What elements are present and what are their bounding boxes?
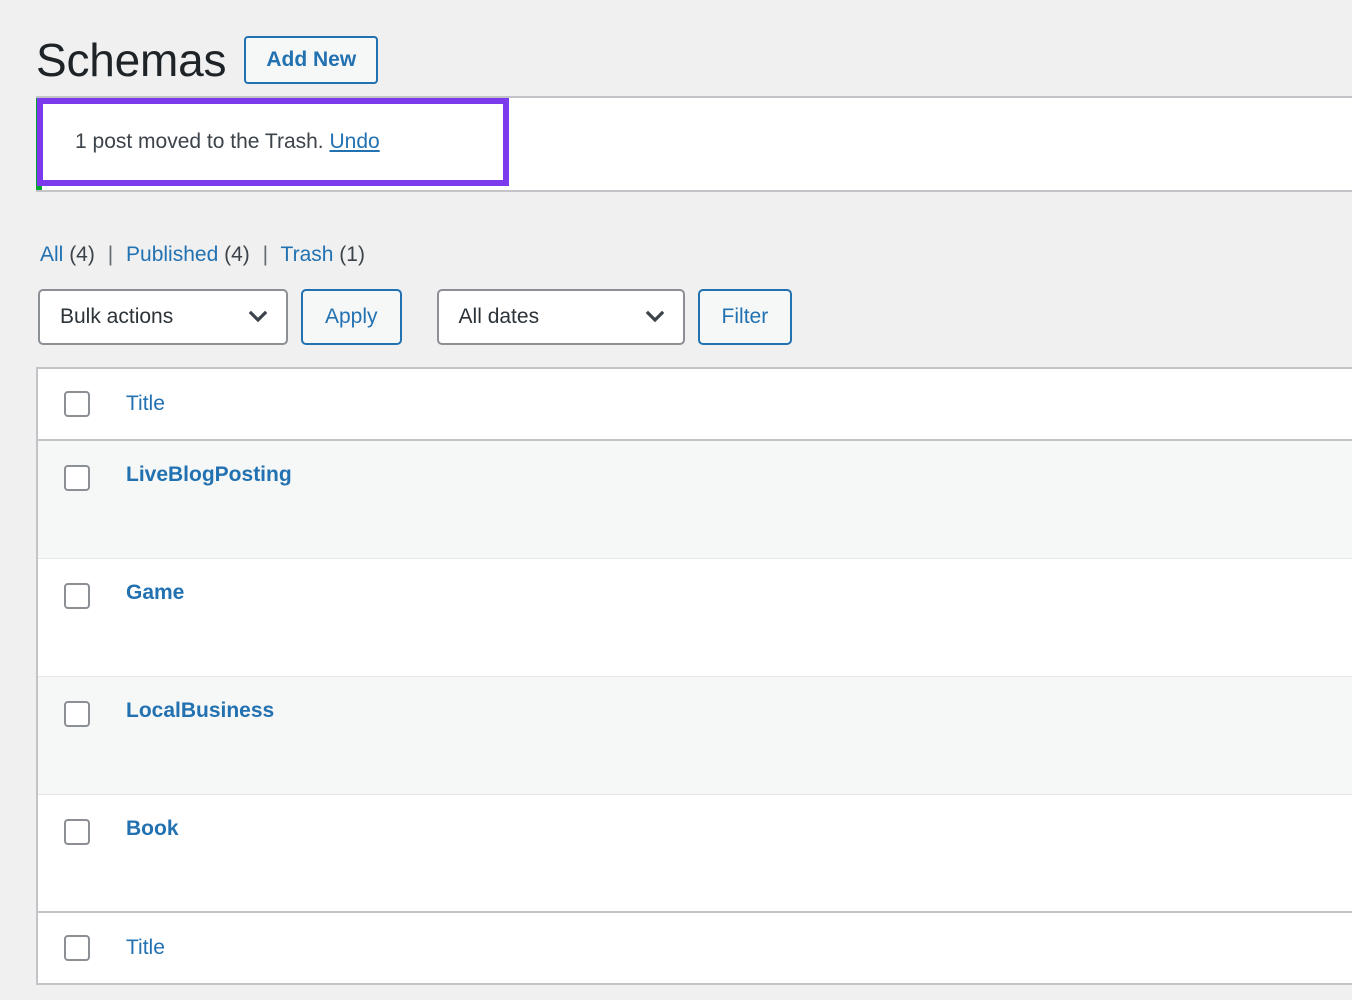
row-title-link[interactable]: LocalBusiness bbox=[126, 699, 274, 722]
row-title-cell: LiveBlogPosting bbox=[126, 441, 1352, 487]
row-select-cell bbox=[38, 559, 126, 609]
column-footer-title-link[interactable]: Title bbox=[126, 936, 165, 959]
notice-message-container: 1 post moved to the Trash. Undo bbox=[75, 128, 380, 156]
row-title-cell: LocalBusiness bbox=[126, 677, 1352, 723]
row-title-cell: Book bbox=[126, 795, 1352, 841]
status-count-trash: (1) bbox=[339, 243, 365, 266]
bulk-actions-value: Bulk actions bbox=[60, 305, 174, 328]
row-title-cell: Game bbox=[126, 559, 1352, 605]
row-checkbox[interactable] bbox=[64, 701, 90, 727]
status-separator-2: | bbox=[262, 243, 269, 266]
select-all-footer-checkbox[interactable] bbox=[64, 935, 90, 961]
table-row: LocalBusiness bbox=[38, 677, 1352, 795]
status-link-trash[interactable]: Trash bbox=[281, 243, 334, 266]
row-checkbox[interactable] bbox=[64, 819, 90, 845]
date-filter-value: All dates bbox=[458, 305, 540, 328]
column-footer-title-cell: Title bbox=[126, 936, 1352, 960]
status-link-published[interactable]: Published bbox=[126, 243, 218, 266]
status-count-published: (4) bbox=[224, 243, 250, 266]
table-header-row: Title bbox=[38, 369, 1352, 441]
status-separator-1: | bbox=[107, 243, 114, 266]
select-all-cell bbox=[38, 391, 126, 417]
row-select-cell bbox=[38, 795, 126, 845]
apply-button[interactable]: Apply bbox=[301, 289, 402, 345]
posts-table: Title LiveBlogPosting Game LocalBusiness bbox=[36, 367, 1352, 985]
status-link-all[interactable]: All bbox=[40, 243, 63, 266]
chevron-down-icon bbox=[645, 307, 665, 327]
chevron-down-icon bbox=[248, 307, 268, 327]
table-row: Game bbox=[38, 559, 1352, 677]
row-checkbox[interactable] bbox=[64, 583, 90, 609]
notice-area: 1 post moved to the Trash. Undo bbox=[0, 96, 1352, 192]
column-header-title-link[interactable]: Title bbox=[126, 392, 165, 415]
row-select-cell bbox=[38, 441, 126, 491]
date-filter-select[interactable]: All dates bbox=[436, 289, 685, 345]
filter-button[interactable]: Filter bbox=[697, 289, 793, 345]
table-row: Book bbox=[38, 795, 1352, 913]
status-filter-links: All (4) | Published (4) | Trash (1) bbox=[0, 192, 1352, 265]
row-checkbox[interactable] bbox=[64, 465, 90, 491]
notice-message: 1 post moved to the Trash. bbox=[75, 130, 324, 153]
table-toolbar: Bulk actions Apply All dates Filter bbox=[0, 265, 1352, 345]
add-new-button[interactable]: Add New bbox=[244, 36, 379, 84]
row-title-link[interactable]: LiveBlogPosting bbox=[126, 463, 292, 486]
page-title: Schemas bbox=[36, 34, 227, 86]
table-footer-row: Title bbox=[38, 913, 1352, 985]
bulk-actions-select[interactable]: Bulk actions bbox=[38, 289, 288, 345]
page-header: Schemas Add New bbox=[0, 0, 1352, 96]
select-all-checkbox[interactable] bbox=[64, 391, 90, 417]
row-title-link[interactable]: Game bbox=[126, 581, 184, 604]
select-all-footer-cell bbox=[38, 935, 126, 961]
row-select-cell bbox=[38, 677, 126, 727]
status-count-all: (4) bbox=[69, 243, 95, 266]
row-title-link[interactable]: Book bbox=[126, 817, 179, 840]
column-header-title-cell: Title bbox=[126, 392, 1352, 416]
table-row: LiveBlogPosting bbox=[38, 441, 1352, 559]
undo-link[interactable]: Undo bbox=[329, 130, 379, 153]
